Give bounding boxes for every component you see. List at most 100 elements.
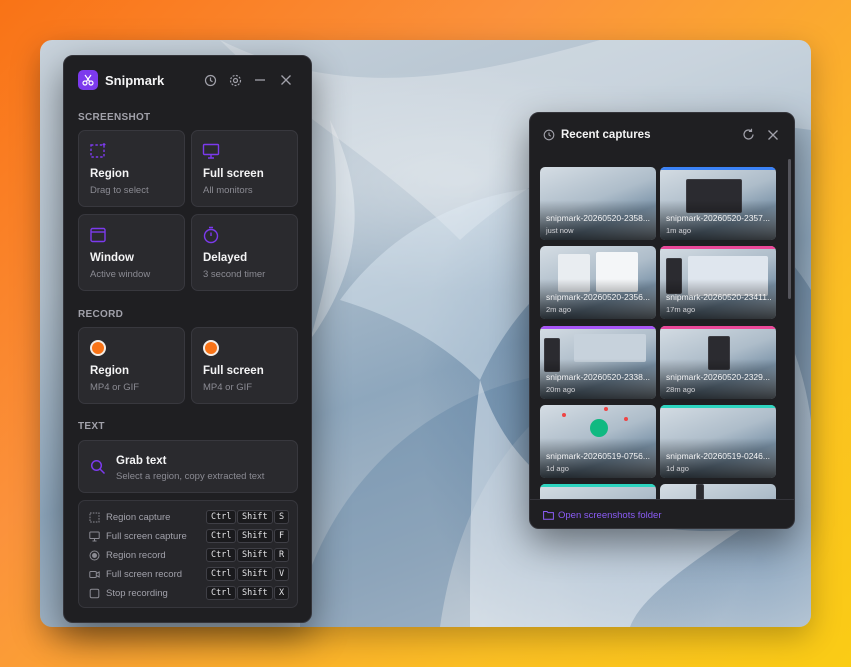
stop-icon [89, 588, 100, 599]
tile-title: Window [90, 252, 134, 264]
key-letter: F [274, 529, 290, 543]
tile-subtitle: All monitors [203, 185, 253, 196]
capture-thumbnail[interactable]: snipmark-20260520-2338... 20m ago [540, 326, 656, 399]
snipmark-main-panel: Snipmark SCREENSHOT Region Drag to selec… [63, 55, 312, 623]
region-select-icon [90, 143, 106, 158]
settings-button[interactable] [226, 71, 244, 89]
record-dot-icon [89, 550, 100, 561]
record-fullscreen-tile[interactable]: Full screen MP4 or GIF [191, 327, 298, 404]
capture-time: 2m ago [546, 305, 572, 314]
section-record-label: RECORD [78, 309, 124, 320]
capture-thumbnail[interactable]: snipmark-20260519-0756... 1d ago [540, 405, 656, 478]
capture-thumbnail[interactable] [540, 484, 656, 499]
section-screenshot-label: SCREENSHOT [78, 112, 151, 123]
recent-footer: Open screenshots folder [530, 499, 794, 528]
tile-title: Region [90, 168, 129, 180]
video-icon [89, 571, 100, 578]
app-name: Snipmark [105, 73, 165, 88]
shortcut-row: Full screen record Ctrl Shift V [79, 567, 297, 583]
monitor-icon [202, 143, 220, 159]
capture-time: 1m ago [666, 226, 692, 235]
tile-subtitle: Active window [90, 269, 151, 280]
key-letter: S [274, 510, 290, 524]
key-ctrl: Ctrl [206, 567, 237, 581]
screenshot-region-tile[interactable]: Region Drag to select [78, 130, 185, 207]
scissors-icon [78, 70, 98, 90]
minimize-icon [255, 79, 265, 81]
thumb-red-marker [604, 407, 608, 411]
key-shift: Shift [237, 586, 273, 600]
tile-subtitle: Drag to select [90, 185, 149, 196]
key-shift: Shift [237, 529, 273, 543]
key-shift: Shift [237, 567, 273, 581]
thumb-app-window [574, 334, 646, 362]
close-recent-button[interactable] [767, 128, 781, 142]
record-dot-icon [90, 340, 106, 356]
screenshot-fullscreen-tile[interactable]: Full screen All monitors [191, 130, 298, 207]
tile-title: Full screen [203, 365, 264, 377]
tile-subtitle: MP4 or GIF [203, 382, 253, 393]
key-ctrl: Ctrl [206, 510, 237, 524]
capture-filename: snipmark-20260519-0246... [666, 451, 770, 461]
clock-icon [543, 129, 555, 141]
open-screenshots-folder-link[interactable]: Open screenshots folder [558, 510, 662, 521]
shortcut-label: Region capture [106, 512, 171, 523]
grab-text-button[interactable]: Grab text Select a region, copy extracte… [78, 440, 298, 493]
capture-time: 20m ago [546, 385, 576, 394]
capture-filename: snipmark-20260520-2356... [546, 292, 650, 302]
timer-icon [203, 226, 219, 244]
capture-time: 28m ago [666, 385, 696, 394]
key-ctrl: Ctrl [206, 548, 237, 562]
shortcut-label: Full screen capture [106, 531, 187, 542]
screenshot-window-tile[interactable]: Window Active window [78, 214, 185, 291]
minimize-button[interactable] [251, 71, 269, 89]
captures-grid: snipmark-20260520-2358... just now snipm… [530, 159, 794, 499]
capture-filename: snipmark-20260520-2329... [666, 372, 770, 382]
thumb-accent-bar [660, 167, 776, 170]
capture-thumbnail[interactable]: snipmark-20260520-2356... 2m ago [540, 246, 656, 319]
thumb-red-marker [624, 417, 628, 421]
shortcut-row: Region capture Ctrl Shift S [79, 510, 297, 526]
record-dot-icon [203, 340, 219, 356]
capture-time: 1d ago [546, 464, 569, 473]
record-region-tile[interactable]: Region MP4 or GIF [78, 327, 185, 404]
recent-captures-panel: Recent captures snipmark-20260520-2358..… [529, 112, 795, 529]
shortcuts-list: Region capture Ctrl Shift S Full screen … [78, 500, 298, 608]
thumb-red-marker [562, 413, 566, 417]
capture-time: just now [546, 226, 574, 235]
thumb-accent-bar [660, 405, 776, 408]
refresh-icon [743, 128, 754, 140]
window-icon [90, 227, 106, 243]
capture-thumbnail[interactable]: snipmark-20260519-0246... 1d ago [660, 405, 776, 478]
close-button[interactable] [277, 71, 295, 89]
capture-time: 17m ago [666, 305, 696, 314]
refresh-button[interactable] [742, 128, 756, 142]
screenshot-delayed-tile[interactable]: Delayed 3 second timer [191, 214, 298, 291]
thumb-accent-bar [660, 246, 776, 249]
shortcut-label: Stop recording [106, 588, 168, 599]
tile-subtitle: MP4 or GIF [90, 382, 140, 393]
search-icon [90, 459, 106, 475]
thumb-green-marker [590, 419, 608, 437]
history-button[interactable] [201, 71, 219, 89]
capture-filename: snipmark-20260519-0756... [546, 451, 650, 461]
capture-thumbnail[interactable] [660, 484, 776, 499]
capture-thumbnail[interactable]: snipmark-20260520-23411... 17m ago [660, 246, 776, 319]
close-icon [281, 75, 291, 85]
title-bar: Snipmark [64, 56, 311, 106]
capture-filename: snipmark-20260520-2338... [546, 372, 650, 382]
key-letter: R [274, 548, 290, 562]
capture-thumbnail[interactable]: snipmark-20260520-2358... just now [540, 167, 656, 240]
gear-icon [229, 74, 241, 86]
key-shift: Shift [237, 548, 273, 562]
shortcut-row: Full screen capture Ctrl Shift F [79, 529, 297, 545]
section-text-label: TEXT [78, 421, 105, 432]
grab-text-title: Grab text [116, 455, 167, 467]
tile-title: Full screen [203, 168, 264, 180]
capture-filename: snipmark-20260520-23411... [666, 292, 772, 302]
thumb-accent-bar [660, 326, 776, 329]
captures-scrollbar[interactable] [788, 159, 791, 299]
capture-thumbnail[interactable]: snipmark-20260520-2329... 28m ago [660, 326, 776, 399]
thumb-accent-bar [540, 484, 656, 487]
capture-thumbnail[interactable]: snipmark-20260520-2357... 1m ago [660, 167, 776, 240]
